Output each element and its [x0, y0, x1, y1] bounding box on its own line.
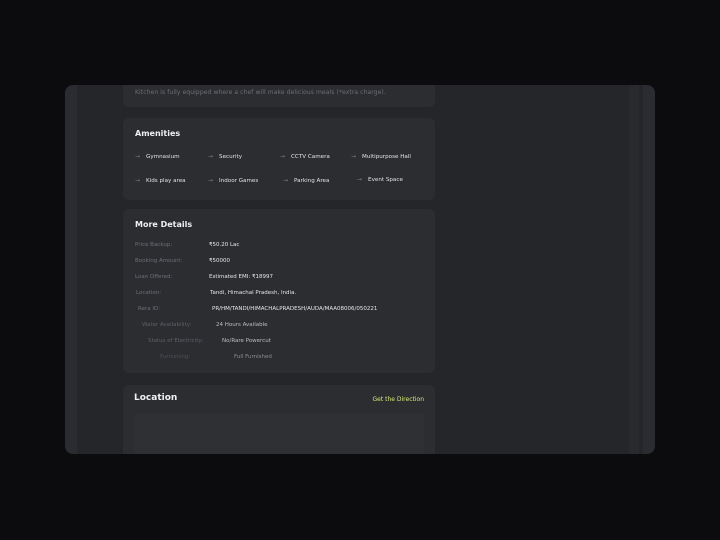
amenity-item: → Gymnasium: [135, 153, 180, 160]
arrow-right-icon: →: [208, 153, 214, 160]
detail-label: Furnishing:: [160, 354, 191, 360]
arrow-right-icon: →: [357, 176, 363, 183]
arrow-right-icon: →: [351, 153, 357, 160]
more-details-card: More Details Price Backup: ₹50.20 Lac Bo…: [123, 209, 435, 373]
location-card: Location Get the Direction: [123, 385, 435, 454]
right-edge-rail: [643, 85, 655, 454]
detail-label: Price Backup:: [135, 242, 173, 248]
detail-value: Tandi, Himachal Pradesh, India.: [210, 290, 297, 296]
amenity-item: → Indoor Games: [208, 177, 259, 184]
amenity-item: → Multipurpose Hall: [351, 153, 411, 160]
arrow-right-icon: →: [283, 177, 289, 184]
amenity-item: → Event Space: [357, 176, 403, 183]
detail-label: Rera ID:: [138, 306, 161, 312]
arrow-right-icon: →: [208, 177, 214, 184]
detail-label: Water Availability:: [142, 322, 192, 328]
detail-label: Location:: [136, 290, 162, 296]
detail-label: Loan Offered:: [135, 274, 173, 280]
detail-label: Booking Amount:: [135, 258, 183, 264]
location-title: Location: [134, 393, 178, 403]
amenities-card: Amenities → Gymnasium → Security → CCTV Cam…: [123, 118, 435, 200]
detail-value: Full Furnished: [234, 354, 272, 360]
detail-label: Status of Electricity:: [148, 338, 204, 344]
get-direction-link[interactable]: Get the Direction: [373, 396, 424, 403]
amenity-item: → Security: [208, 153, 243, 160]
arrow-right-icon: →: [135, 177, 141, 184]
amenity-item: → Parking Area: [283, 177, 330, 184]
detail-value: Estimated EMI: ₹18997: [209, 274, 273, 280]
detail-value: No/Rare Powercut: [222, 338, 271, 344]
detail-value: 24 Hours Available: [216, 322, 268, 328]
location-map[interactable]: [134, 413, 424, 454]
description-card: Kitchen is fully equipped where a chef w…: [123, 85, 435, 107]
amenities-title: Amenities: [135, 129, 181, 138]
detail-value: ₹50000: [209, 258, 230, 264]
arrow-right-icon: →: [135, 153, 141, 160]
amenity-item: → Kids play area: [135, 177, 186, 184]
left-scroll-rail: [65, 85, 77, 454]
arrow-right-icon: →: [280, 153, 286, 160]
more-details-title: More Details: [135, 220, 193, 229]
amenity-item: → CCTV Camera: [280, 153, 330, 160]
description-text: Kitchen is fully equipped where a chef w…: [135, 89, 386, 96]
detail-value: PR/HM/TANDI/HIMACHALPRADESH/AUDA/MAA0800…: [212, 306, 378, 312]
detail-value: ₹50.20 Lac: [209, 242, 240, 248]
scrollbar-track[interactable]: [629, 85, 639, 454]
property-detail-panel: Kitchen is fully equipped where a chef w…: [65, 85, 655, 454]
